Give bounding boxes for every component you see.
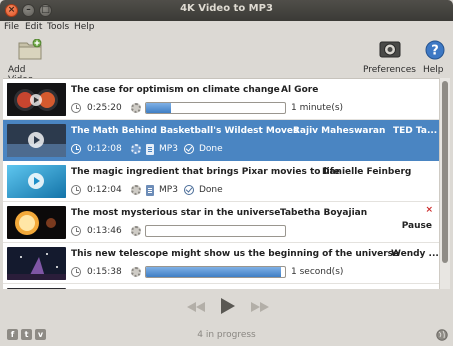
menu-file[interactable]: File [4,22,19,32]
file-icon [146,185,154,196]
video-duration: 0:12:08 [87,144,122,154]
video-thumbnail [7,83,66,116]
gear-icon[interactable] [131,103,141,113]
video-title: The Math Behind Basketball's Wildest Mov… [71,126,299,136]
play-icon[interactable] [220,297,236,315]
menu-edit[interactable]: Edit [25,22,42,32]
preferences-button[interactable]: Preferences [360,37,418,77]
video-author: Wendy ... [391,249,439,259]
add-video-button[interactable]: Add Video [5,37,53,85]
file-icon [146,144,154,155]
preferences-icon [379,41,401,58]
status-bar: f t v 4 in progress [0,325,453,346]
title-bar: × – □ 4K Video to MP3 [0,0,453,21]
folder-add-icon [18,39,42,60]
list-item[interactable]: The case for optimism on climate change … [3,79,439,120]
time-remaining: 1 minute(s) [291,103,344,113]
row-details: 0:15:38 1 second(s) [71,266,431,279]
check-icon [184,185,194,195]
gear-icon[interactable] [131,226,141,236]
video-author: Rajiv Maheswaran [293,126,386,136]
gear-icon[interactable] [131,144,141,154]
preferences-label: Preferences [363,65,416,75]
video-thumbnail [7,165,66,198]
conversion-status: Done [199,144,223,154]
video-thumbnail [7,206,66,239]
video-author: Danielle Feinberg [322,167,412,177]
player-controls [0,289,453,325]
video-title: The magic ingredient that brings Pixar m… [71,167,340,177]
earth-thumbnail-image [7,83,66,116]
row-details: 0:12:04 MP3 Done [71,185,431,197]
list-item[interactable]: The Math Behind Basketball's Wildest Mov… [3,120,439,161]
basketball-thumbnail-image [7,124,66,157]
list-item[interactable]: This new telescope might show us the beg… [3,243,439,284]
help-button[interactable]: ? Help [420,37,450,77]
video-duration: 0:25:20 [87,103,122,113]
download-progress-bar [145,102,286,114]
video-list: The case for optimism on climate change … [3,78,439,289]
list-item[interactable]: × The most mysterious star in the univer… [3,202,439,243]
menu-bar: File Edit Tools Help [0,21,453,35]
help-icon: ? [425,40,445,60]
svg-text:?: ? [431,44,439,59]
video-author: Al Gore [281,85,319,95]
toolbar: Add Video Preferences ? Help [0,35,453,85]
remove-icon[interactable]: × [425,205,433,215]
clock-icon [71,267,81,277]
clock-icon [71,226,81,236]
clock-icon [71,185,81,195]
list-item[interactable]: The magic ingredient that brings Pixar m… [3,161,439,202]
scrollbar-thumb[interactable] [442,81,448,263]
download-progress-bar [145,225,286,237]
video-title: This new telescope might show us the beg… [71,249,400,259]
progress-status: 4 in progress [197,330,256,340]
globe-icon[interactable] [436,329,448,341]
gear-icon[interactable] [131,185,141,195]
fast-forward-icon[interactable] [250,301,270,313]
output-format: MP3 [159,185,178,195]
menu-help[interactable]: Help [74,22,95,32]
time-remaining: 1 second(s) [291,267,344,277]
video-title: The most mysterious star in the universe [71,208,281,218]
video-duration: 0:15:38 [87,267,122,277]
row-details: 0:12:08 MP3 Done [71,144,431,156]
video-title: The case for optimism on climate change [71,85,280,95]
menu-tools[interactable]: Tools [47,22,69,32]
conversion-status: Done [199,185,223,195]
video-thumbnail [7,247,66,280]
help-label: Help [423,65,444,75]
star-thumbnail-image [7,206,66,239]
telescope-thumbnail-image [7,247,66,280]
clock-icon [71,144,81,154]
video-duration: 0:12:04 [87,185,122,195]
pause-button[interactable]: Pause [402,221,432,231]
progress-fill [146,267,281,277]
clock-icon [71,103,81,113]
gear-icon[interactable] [131,267,141,277]
check-icon [184,144,194,154]
pixar-thumbnail-image [7,165,66,198]
progress-fill [146,103,172,113]
list-scrollbar[interactable] [439,78,450,289]
output-format: MP3 [159,144,178,154]
video-channel: TED Ta... [393,126,438,136]
window-title: 4K Video to MP3 [180,3,273,14]
rewind-icon[interactable] [186,301,206,313]
download-progress-bar [145,266,286,278]
row-details: 0:13:46 [71,225,431,238]
video-author: Tabetha Boyajian [280,208,368,218]
video-thumbnail [7,124,66,157]
row-details: 0:25:20 1 minute(s) [71,102,431,115]
video-duration: 0:13:46 [87,226,122,236]
